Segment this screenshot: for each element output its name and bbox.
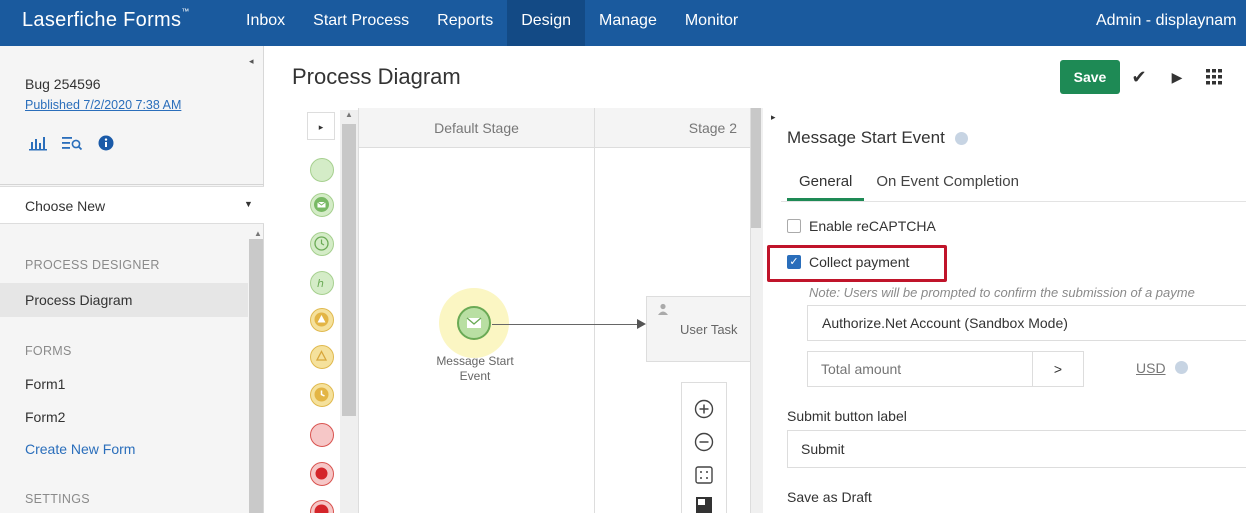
payment-account-select[interactable]: Authorize.Net Account (Sandbox Mode) bbox=[807, 305, 1246, 341]
properties-title-text: Message Start Event bbox=[787, 128, 945, 147]
nav-inbox[interactable]: Inbox bbox=[232, 0, 299, 46]
start-event-icon[interactable] bbox=[310, 158, 334, 182]
total-amount-input[interactable] bbox=[807, 351, 1033, 387]
published-link[interactable]: Published 7/2/2020 7:38 AM bbox=[25, 98, 181, 112]
nav-manage[interactable]: Manage bbox=[585, 0, 671, 46]
element-palette: h bbox=[281, 108, 341, 513]
terminate-end-event-icon[interactable] bbox=[310, 462, 334, 486]
properties-tabs: General On Event Completion bbox=[787, 168, 1031, 201]
submit-button-label-input[interactable] bbox=[787, 430, 1246, 468]
play-icon[interactable]: ▶ bbox=[1158, 60, 1196, 94]
message-start-event-icon[interactable] bbox=[310, 193, 334, 217]
user-task-node[interactable]: User Task bbox=[646, 296, 756, 362]
save-button[interactable]: Save bbox=[1060, 60, 1120, 94]
properties-scroll-track bbox=[751, 108, 763, 513]
intermediate-timer-event-icon[interactable] bbox=[310, 383, 334, 407]
nav-start-process[interactable]: Start Process bbox=[299, 0, 423, 46]
currency-link[interactable]: USD bbox=[1136, 360, 1166, 376]
tab-on-event-completion[interactable]: On Event Completion bbox=[864, 168, 1031, 201]
top-navbar: Laserfiche Forms™ Inbox Start Process Re… bbox=[0, 0, 1246, 46]
grid-icon[interactable] bbox=[1196, 60, 1234, 94]
sequence-flow-arrow-icon bbox=[637, 319, 646, 329]
collect-payment-checkbox[interactable]: ✓ bbox=[787, 255, 801, 269]
sequence-flow-line[interactable] bbox=[492, 324, 639, 325]
zoom-in-icon[interactable] bbox=[692, 397, 716, 421]
lane-header-stage-2[interactable]: Stage 2 bbox=[595, 108, 751, 148]
app-brand[interactable]: Laserfiche Forms™ bbox=[22, 7, 190, 32]
section-forms: FORMS bbox=[25, 344, 72, 358]
sidebar-scrollbar[interactable] bbox=[249, 239, 263, 513]
brand-trademark: ™ bbox=[181, 7, 190, 16]
sidebar-item-process-diagram[interactable]: Process Diagram bbox=[25, 292, 132, 308]
collect-payment-row[interactable]: ✓ Collect payment bbox=[787, 254, 909, 270]
caret-down-icon: ▼ bbox=[244, 199, 253, 209]
left-sidebar: ◂ Bug 254596 Published 7/2/2020 7:38 AM … bbox=[0, 46, 264, 513]
save-as-draft-heading: Save as Draft bbox=[787, 489, 872, 505]
collect-payment-label: Collect payment bbox=[809, 254, 910, 270]
panel-collapse-icon[interactable]: ▸ bbox=[771, 112, 776, 123]
project-title: Bug 254596 bbox=[25, 76, 101, 92]
check-icon[interactable]: ✔ bbox=[1120, 60, 1158, 94]
payment-note: Note: Users will be prompted to confirm … bbox=[809, 285, 1195, 300]
intermediate-signal-event-icon[interactable] bbox=[310, 345, 334, 369]
enable-recaptcha-label: Enable reCAPTCHA bbox=[809, 218, 936, 234]
palette-scroll-up-icon[interactable]: ▲ bbox=[345, 110, 353, 119]
sidebar-item-form2[interactable]: Form2 bbox=[25, 409, 65, 425]
collapse-sidebar-icon[interactable]: ◂ bbox=[249, 56, 254, 67]
scroll-up-arrow-icon[interactable]: ▲ bbox=[254, 229, 262, 238]
fit-to-screen-icon[interactable] bbox=[692, 463, 716, 487]
info-icon[interactable] bbox=[95, 134, 117, 152]
brand-name: Laserfiche Forms bbox=[22, 9, 182, 31]
conditional-start-event-icon[interactable]: h bbox=[310, 271, 334, 295]
properties-scrollbar[interactable] bbox=[751, 108, 761, 228]
zoom-out-icon[interactable] bbox=[692, 430, 716, 454]
tab-general[interactable]: General bbox=[787, 168, 865, 201]
choose-new-dropdown[interactable]: Choose New ▼ bbox=[0, 186, 264, 224]
message-start-event-node[interactable] bbox=[457, 306, 491, 340]
user-task-label: User Task bbox=[680, 322, 738, 337]
currency-help-icon[interactable] bbox=[1175, 361, 1188, 374]
section-settings: SETTINGS bbox=[25, 492, 90, 506]
lane-divider bbox=[594, 108, 595, 513]
user-menu[interactable]: Admin - displaynam bbox=[1096, 12, 1237, 30]
bar-chart-icon[interactable] bbox=[27, 134, 49, 152]
list-search-icon[interactable] bbox=[61, 134, 83, 152]
create-new-form-link[interactable]: Create New Form bbox=[25, 441, 135, 457]
project-icons bbox=[27, 134, 117, 152]
properties-title: Message Start Event bbox=[787, 128, 968, 148]
lane-header-default-stage[interactable]: Default Stage bbox=[359, 108, 594, 148]
enable-recaptcha-checkbox[interactable] bbox=[787, 219, 801, 233]
user-icon bbox=[657, 303, 669, 318]
main-nav: Inbox Start Process Reports Design Manag… bbox=[232, 0, 752, 46]
timer-start-event-icon[interactable] bbox=[310, 232, 334, 256]
main-area: Process Diagram Save ✔ ▶ ▸ ▲ h Default S… bbox=[264, 46, 1246, 513]
payment-account-value: Authorize.Net Account (Sandbox Mode) bbox=[822, 315, 1068, 331]
svg-text:h: h bbox=[317, 277, 324, 290]
help-icon[interactable] bbox=[954, 132, 968, 146]
palette-scrollbar[interactable] bbox=[342, 124, 356, 416]
properties-panel: ▸ Message Start Event General On Event C… bbox=[750, 108, 1246, 513]
end-event-icon[interactable] bbox=[310, 423, 334, 447]
nav-monitor[interactable]: Monitor bbox=[671, 0, 752, 46]
tabs-divider bbox=[781, 201, 1246, 202]
choose-new-label: Choose New bbox=[25, 198, 106, 214]
sidebar-divider bbox=[0, 184, 264, 185]
page-title: Process Diagram bbox=[292, 64, 461, 89]
section-process-designer: PROCESS DESIGNER bbox=[25, 258, 160, 272]
nav-design[interactable]: Design bbox=[507, 0, 586, 46]
enable-recaptcha-row[interactable]: Enable reCAPTCHA bbox=[787, 218, 936, 234]
intermediate-message-event-icon[interactable] bbox=[310, 308, 334, 332]
submit-button-label-heading: Submit button label bbox=[787, 408, 907, 424]
message-start-event-label: Message Start Event bbox=[436, 354, 514, 383]
diagram-canvas[interactable]: Default Stage Stage 2 Message Start Even… bbox=[358, 108, 756, 513]
amount-picker-button[interactable]: > bbox=[1032, 351, 1084, 387]
sidebar-item-form1[interactable]: Form1 bbox=[25, 376, 65, 392]
nav-reports[interactable]: Reports bbox=[423, 0, 507, 46]
minimap-icon[interactable] bbox=[692, 493, 716, 513]
message-end-event-icon[interactable] bbox=[310, 500, 334, 513]
diagram-toolbar: Save ✔ ▶ bbox=[1060, 60, 1234, 94]
zoom-controls bbox=[681, 382, 727, 513]
